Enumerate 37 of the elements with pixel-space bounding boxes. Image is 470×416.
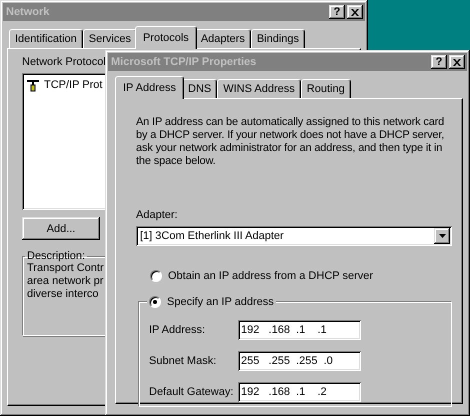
- field-label: Subnet Mask:: [149, 355, 218, 367]
- ip-address-field[interactable]: 255 .255 .255 .0: [238, 351, 361, 371]
- intro-text: An IP address can be automatically assigned to this network card by a DHCP server. If your network does not have a DHCP server, ask your network administrator for an address, and then type it in the space below.: [136, 116, 444, 168]
- tab[interactable]: Protocols: [134, 26, 197, 49]
- dropdown-button[interactable]: [434, 228, 450, 244]
- tab[interactable]: Services: [82, 29, 137, 48]
- window-title: Network: [6, 6, 50, 18]
- description-text: Transport Contr area network pr diverse interco: [27, 262, 105, 301]
- add-button[interactable]: Add...: [22, 217, 100, 240]
- tab[interactable]: Bindings: [250, 29, 306, 48]
- field-label: Default Gateway:: [149, 386, 234, 398]
- tab[interactable]: IP Address: [115, 76, 184, 99]
- ip-address-field[interactable]: 192 .168 .1 .2: [238, 382, 361, 402]
- adapter-dropdown[interactable]: [1] 3Com Etherlink III Adapter: [136, 226, 452, 246]
- close-button[interactable]: [449, 55, 465, 69]
- network-plug-icon: [26, 79, 40, 93]
- tab[interactable]: Identification: [9, 29, 83, 48]
- radio-label[interactable]: Obtain an IP address from a DHCP server: [168, 270, 374, 282]
- window-title: Microsoft TCP/IP Properties: [111, 56, 258, 68]
- help-button[interactable]: ?: [329, 5, 345, 19]
- close-icon: [351, 8, 359, 16]
- adapter-label: Adapter:: [136, 209, 179, 221]
- field-label: IP Address:: [149, 324, 206, 336]
- ip-address-field[interactable]: 192 .168 .1 .1: [238, 320, 361, 340]
- tab[interactable]: DNS: [182, 79, 218, 98]
- protocols-label: Network Protocol: [22, 56, 106, 68]
- radio-button[interactable]: [149, 296, 161, 308]
- caret-icon: [438, 234, 446, 238]
- group-title: Description:: [26, 250, 86, 262]
- radio-button[interactable]: [150, 270, 162, 282]
- tab[interactable]: Routing: [300, 79, 351, 98]
- tab[interactable]: Adapters: [194, 29, 251, 48]
- close-button[interactable]: [347, 5, 363, 19]
- list-item[interactable]: TCP/IP Prot: [44, 79, 102, 91]
- tab[interactable]: WINS Address: [217, 79, 301, 98]
- close-icon: [453, 58, 461, 66]
- help-button[interactable]: ?: [431, 55, 447, 69]
